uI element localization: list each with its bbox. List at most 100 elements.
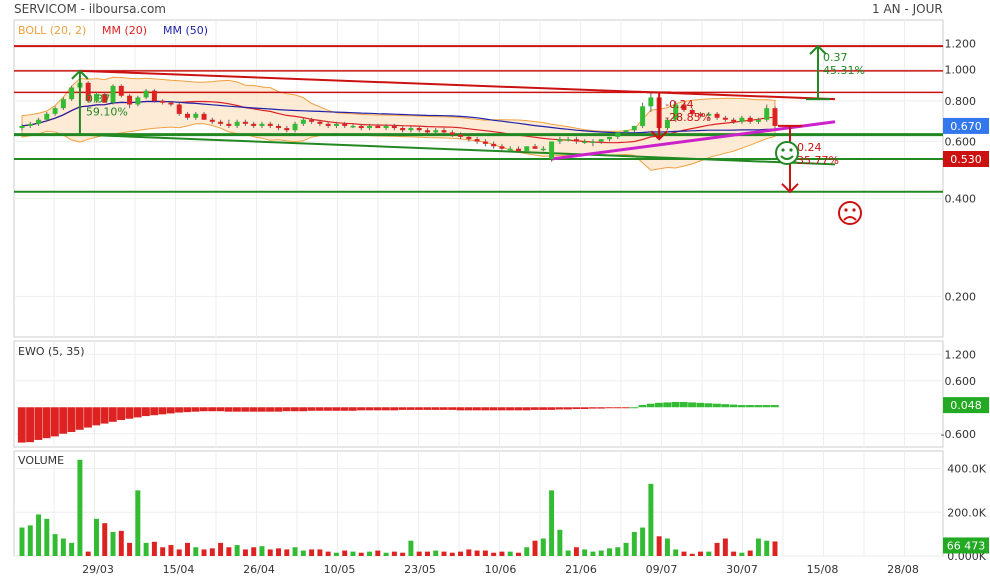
volume-bar <box>532 540 538 556</box>
ewo-bar-negative <box>390 407 399 411</box>
ewo-bar-negative <box>175 407 183 413</box>
ewo-bar-negative <box>456 407 465 411</box>
ewo-bar-negative <box>464 407 473 411</box>
ewo-bar-negative <box>249 407 258 412</box>
x-tick-label: 30/07 <box>726 563 758 576</box>
candle-down <box>516 148 521 152</box>
ewo-bar-positive <box>737 405 746 408</box>
ewo-bar-negative <box>563 407 572 410</box>
smiley-eye <box>781 148 785 152</box>
candle-up <box>367 125 373 129</box>
volume-bar <box>259 546 265 556</box>
ewo-bar-negative <box>555 407 564 410</box>
ewo-bar-negative <box>514 407 523 411</box>
ewo-bar-negative <box>108 407 117 422</box>
candle-down <box>118 85 124 96</box>
volume-bar <box>408 540 414 556</box>
volume-bar <box>383 552 389 556</box>
volume-bar <box>698 551 704 556</box>
ewo-bar-positive <box>696 402 705 408</box>
annotation-percent: 45.31% <box>823 64 865 77</box>
ewo-bar-negative <box>580 407 589 410</box>
candle-up <box>755 119 761 122</box>
ewo-bar-negative <box>340 407 349 411</box>
ewo-bar-positive <box>655 402 663 408</box>
last-price-tag-text: 0.670 <box>950 120 982 133</box>
volume-bar <box>648 483 654 556</box>
candle-up <box>598 139 604 142</box>
candle-up <box>44 113 50 120</box>
candle-down <box>151 90 157 101</box>
ewo-bar-positive <box>762 405 771 408</box>
volume-bar <box>424 551 430 556</box>
volume-bar <box>292 547 298 556</box>
ewo-bar-positive <box>721 404 730 408</box>
volume-bar <box>242 549 248 556</box>
candle-up <box>333 123 339 126</box>
ewo-bar-negative <box>125 407 134 419</box>
ewo-bar-negative <box>481 407 490 411</box>
ewo-bar-positive <box>679 401 688 408</box>
candle-down <box>449 132 455 135</box>
volume-bar <box>516 552 521 556</box>
ewo-bar-negative <box>133 407 142 418</box>
volume-bar <box>764 540 770 556</box>
ewo-bar-negative <box>224 407 233 412</box>
volume-bar <box>391 551 397 556</box>
ewo-bar-negative <box>547 407 556 410</box>
candle-down <box>342 123 348 126</box>
candle-down <box>127 95 133 105</box>
candle-down <box>267 123 273 126</box>
ewo-tick-label: 0.600 <box>945 375 977 388</box>
candle-up <box>540 148 546 151</box>
smiley-sad-icon <box>838 201 862 225</box>
panel-frame <box>13 450 944 557</box>
ewo-bar-negative <box>613 407 622 409</box>
ewo-bar-negative <box>431 407 440 410</box>
price-tick-label: 0.800 <box>945 95 977 108</box>
ewo-bar-positive <box>754 405 763 408</box>
volume-bar <box>482 550 488 556</box>
volume-bar <box>706 551 712 556</box>
volume-bar <box>573 547 579 556</box>
candle-up <box>507 148 513 151</box>
ewo-bar-negative <box>472 407 481 411</box>
volume-bar <box>772 541 778 556</box>
ewo-bar-negative <box>506 407 514 411</box>
volume-bar <box>209 548 215 556</box>
volume-bar <box>226 547 232 556</box>
volume-bar <box>375 550 381 556</box>
ewo-bar-negative <box>522 407 531 411</box>
ewo-bar-negative <box>324 407 332 411</box>
ewo-bar-positive <box>770 405 779 408</box>
smiley-eye <box>852 208 856 212</box>
x-tick-label: 15/04 <box>163 563 195 576</box>
candle-up <box>631 125 637 131</box>
volume-tick-label: 400.0K <box>947 463 986 476</box>
volume-bar <box>201 549 207 556</box>
candle-down <box>416 128 422 131</box>
ewo-bar-negative <box>381 407 390 411</box>
annotation-percent: -28.85% <box>665 111 711 124</box>
reference-price-tag-text: 0.530 <box>950 153 982 166</box>
smiley-face <box>775 141 799 165</box>
candle-up <box>36 119 42 124</box>
volume-bar <box>185 542 190 556</box>
candle-down <box>772 108 778 126</box>
ewo-bar-negative <box>621 407 630 409</box>
volume-bar <box>276 548 281 556</box>
volume-bar <box>582 549 588 556</box>
volume-bar <box>176 549 182 556</box>
ewo-bar-negative <box>398 407 407 410</box>
legend-volume: VOLUME <box>18 454 64 467</box>
volume-bar <box>524 547 530 556</box>
ewo-bar-negative <box>257 407 266 412</box>
volume-bar <box>350 551 356 556</box>
candle-down <box>218 121 224 124</box>
candle-down <box>532 146 538 149</box>
volume-bar <box>60 538 66 556</box>
ewo-bar-negative <box>423 407 432 410</box>
ewo-bar-negative <box>166 407 175 414</box>
volume-bar <box>656 536 662 556</box>
candle-down <box>400 128 406 131</box>
